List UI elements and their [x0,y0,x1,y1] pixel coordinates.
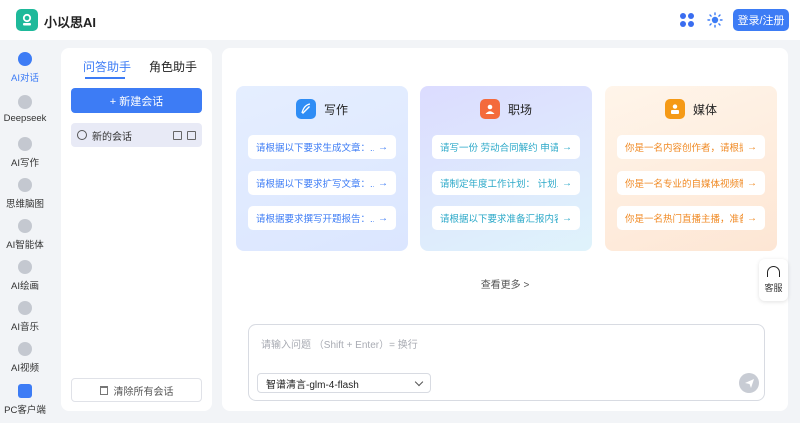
view-more-link[interactable]: 查看更多 > [222,276,788,291]
prompt-item[interactable]: 你是一名专业的自媒体视频制...→ [617,171,765,195]
headset-icon [767,266,780,277]
prompt-item[interactable]: 请根据以下要求准备汇报内容...→ [432,206,580,230]
prompt-item[interactable]: 请制定年度工作计划： 计划... → [432,171,580,195]
nav-label: 思维脑图 [5,199,44,210]
card-workplace: 职场 请写一份 劳动合同解约 申请... → 请制定年度工作计划： 计划... → … [420,86,592,251]
send-icon [744,378,754,388]
tab-qa-assistant[interactable]: 问答助手 [83,58,131,75]
nav-label: AI绘画 [11,281,39,292]
writing-icon [295,99,316,119]
nav-item-pc-client[interactable]: PC客户端 [0,380,50,420]
new-session-button[interactable]: + 新建会话 [71,88,202,113]
nav-label: AI智能体 [6,240,44,251]
nav-label: AI音乐 [11,322,39,333]
agent-icon [18,219,32,233]
arrow-right-icon: → [562,212,572,224]
card-title: 写作 [323,102,348,117]
trash-icon [99,385,108,395]
prompt-item[interactable]: 你是一名内容创作者，请根据...→ [617,135,765,159]
card-title: 职场 [507,102,532,117]
music-icon [18,301,32,315]
session-item[interactable]: 新的会话 [71,123,202,147]
arrow-right-icon: → [562,141,572,153]
mindmap-icon [18,178,32,192]
app-title: 小以思AI [44,15,97,30]
chat-bubble-icon [77,130,87,140]
person-icon [479,99,500,119]
prompt-item[interactable]: 请根据以下要求扩写文章：... → [248,171,396,195]
app-logo [16,9,38,31]
session-panel: 问答助手 角色助手 + 新建会话 新的会话 清除所有会话 [61,48,212,411]
nav-label: AI视频 [11,363,39,374]
whale-icon [18,95,32,109]
nav-item-deepseek[interactable]: Deepseek [0,91,50,131]
prompt-item[interactable]: 你是一名热门直播主播，准备...→ [617,206,765,230]
arrow-right-icon: → [378,141,388,153]
nav-item-ai-music[interactable]: AI音乐 [0,297,50,337]
send-button[interactable] [739,373,759,393]
arrow-right-icon: → [747,177,757,189]
nav-item-ai-video[interactable]: AI视频 [0,338,50,378]
service-label: 客服 [764,283,783,293]
question-input[interactable] [261,335,741,355]
chat-icon [18,52,32,66]
desktop-icon [18,384,32,398]
arrow-right-icon: → [378,212,388,224]
tab-underline [85,77,125,79]
model-value: 智谱清言-glm-4-flash [266,379,359,391]
clear-label: 清除所有会话 [113,386,174,398]
login-register-button[interactable]: 登录/注册 [733,9,789,31]
apps-grid-icon[interactable] [680,13,694,27]
clear-sessions-button[interactable]: 清除所有会话 [71,378,202,402]
nav-item-ai-agent[interactable]: AI智能体 [0,215,50,255]
top-header: 小以思AI 登录/注册 [0,0,800,40]
chat-input-box: 智谱清言-glm-4-flash [248,324,765,401]
tab-role-assistant[interactable]: 角色助手 [149,58,197,75]
theme-sun-icon[interactable] [707,12,723,28]
nav-label: PC客户端 [4,405,46,416]
card-writing: 写作 请根据以下要求生成文章：... → 请根据以下要求扩写文章：... → 请根据… [236,86,408,251]
card-title: 媒体 [692,102,717,117]
nav-label: AI对话 [11,73,39,84]
nav-item-ai-painting[interactable]: AI绘画 [0,256,50,296]
pen-icon [18,137,32,151]
customer-service-button[interactable]: 客服 [759,259,788,301]
nav-item-ai-chat[interactable]: AI对话 [0,48,50,88]
nav-label: AI写作 [11,158,39,169]
nav-item-mindmap[interactable]: 思维脑图 [0,174,50,214]
edit-icon[interactable] [173,130,182,140]
main-panel: 写作 请根据以下要求生成文章：... → 请根据以下要求扩写文章：... → 请根据… [222,48,788,411]
arrow-right-icon: → [747,212,757,224]
prompt-item[interactable]: 请根据以下要求生成文章：... → [248,135,396,159]
arrow-right-icon: → [747,141,757,153]
creator-icon [664,99,685,119]
model-select[interactable]: 智谱清言-glm-4-flash [257,373,431,393]
card-media: 媒体 你是一名内容创作者，请根据...→ 你是一名专业的自媒体视频制...→ 你… [605,86,777,251]
delete-icon[interactable] [187,130,196,140]
nav-item-ai-writing[interactable]: AI写作 [0,133,50,173]
arrow-right-icon: → [378,177,388,189]
arrow-right-icon: → [562,177,572,189]
video-icon [18,342,32,356]
chevron-down-icon [414,377,424,386]
left-nav: AI对话 Deepseek AI写作 思维脑图 AI智能体 AI绘画 AI音乐 … [0,40,50,423]
prompt-item[interactable]: 请根据要求撰写开题报告：... → [248,206,396,230]
session-label: 新的会话 [92,131,132,143]
palette-icon [18,260,32,274]
prompt-item[interactable]: 请写一份 劳动合同解约 申请... → [432,135,580,159]
nav-label: Deepseek [3,113,47,124]
